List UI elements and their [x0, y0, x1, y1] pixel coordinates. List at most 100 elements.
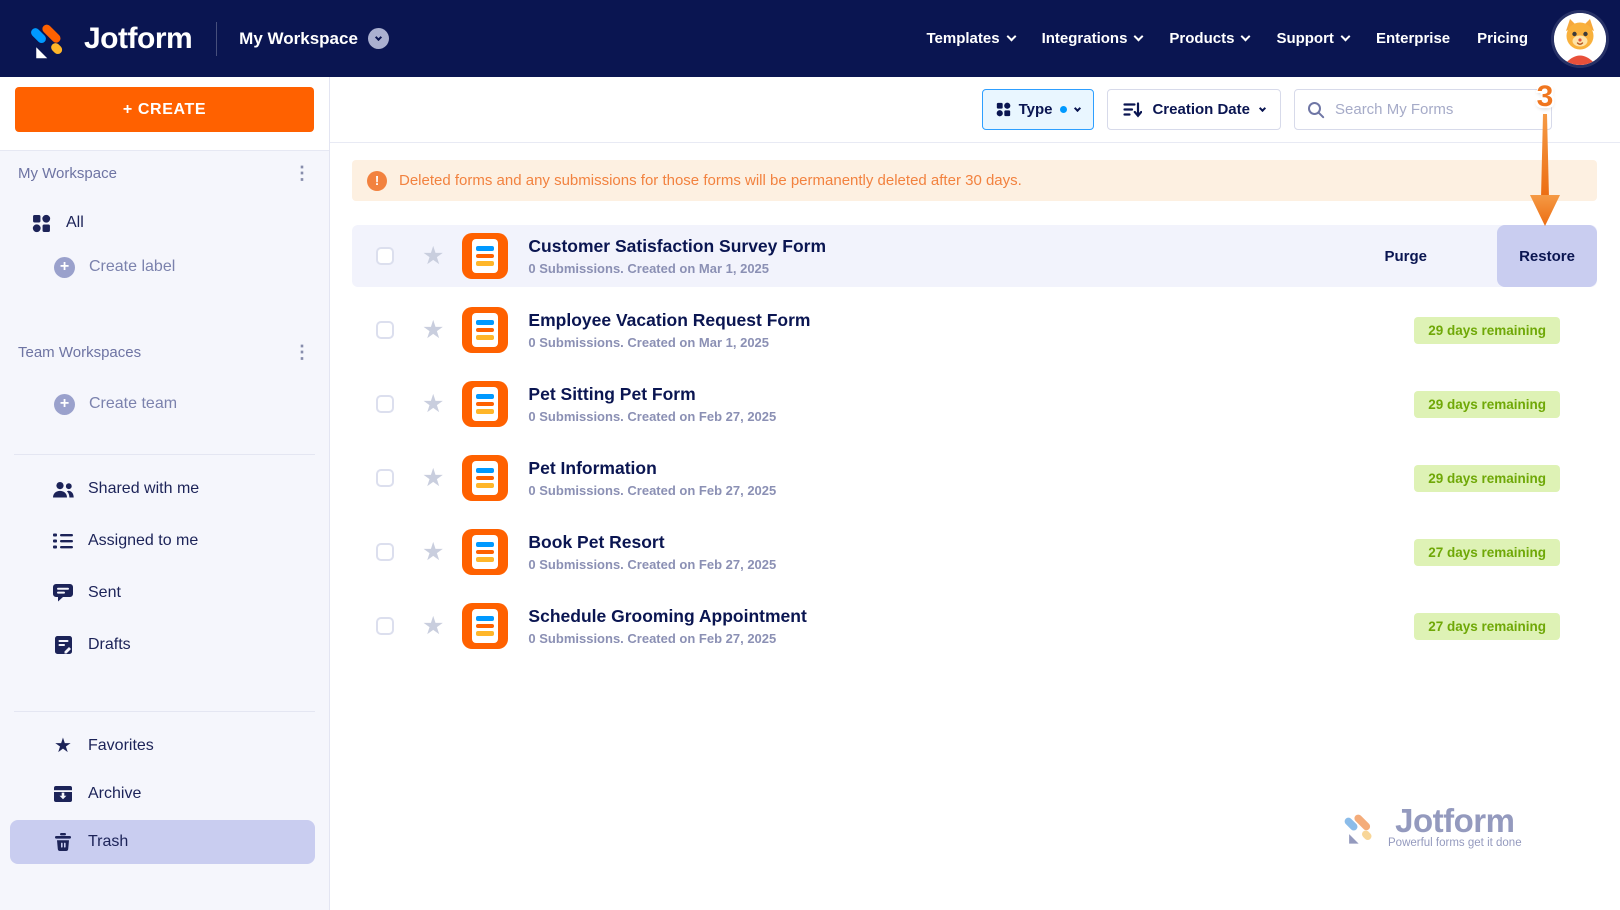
favorite-star-icon[interactable]: ★ [422, 613, 444, 639]
nav-enterprise[interactable]: Enterprise [1376, 30, 1450, 47]
sidebar-item-assigned-to-me[interactable]: Assigned to me [0, 519, 329, 563]
form-info: Pet Sitting Pet Form 0 Submissions. Crea… [528, 384, 776, 424]
form-title[interactable]: Book Pet Resort [528, 532, 776, 553]
row-checkbox[interactable] [376, 543, 394, 561]
sort-button[interactable]: Creation Date [1107, 89, 1281, 130]
sidebar-divider [14, 454, 315, 455]
shared-users-icon [52, 481, 74, 498]
filter-active-dot [1060, 106, 1068, 113]
warning-text: Deleted forms and any submissions for th… [399, 172, 1022, 189]
restore-button[interactable]: Restore [1497, 225, 1597, 287]
chat-bubble-icon [52, 584, 74, 602]
form-meta: 0 Submissions. Created on Mar 1, 2025 [528, 335, 770, 350]
days-remaining-badge: 29 days remaining [1414, 464, 1560, 492]
jotform-watermark: Jotform Powerful forms get it done [1342, 802, 1522, 849]
sidebar: + CREATE My Workspace ⋮ All + Create lab… [0, 77, 330, 910]
table-row[interactable]: ★ Pet Information 0 Submissions. Created… [352, 447, 1597, 509]
form-title[interactable]: Schedule Grooming Appointment [528, 606, 806, 627]
table-row[interactable]: ★ Schedule Grooming Appointment 0 Submis… [352, 595, 1597, 657]
row-checkbox[interactable] [376, 617, 394, 635]
sidebar-item-label: Favorites [88, 737, 154, 754]
nav-support[interactable]: Support [1276, 30, 1351, 47]
chevron-down-icon [367, 28, 389, 49]
table-row[interactable]: ★ Book Pet Resort 0 Submissions. Created… [352, 521, 1597, 583]
sidebar-item-create-label[interactable]: + Create label [0, 245, 329, 289]
top-navbar: Jotform My Workspace Templates Integrati… [0, 0, 1620, 77]
sidebar-item-archive[interactable]: Archive [0, 772, 329, 816]
form-info: Schedule Grooming Appointment 0 Submissi… [528, 606, 806, 646]
favorite-star-icon[interactable]: ★ [422, 317, 444, 343]
sidebar-item-shared-with-me[interactable]: Shared with me [0, 467, 329, 511]
form-title[interactable]: Pet Information [528, 458, 776, 479]
favorite-star-icon[interactable]: ★ [422, 465, 444, 491]
nav-label: Products [1169, 30, 1235, 47]
sidebar-item-create-team[interactable]: + Create team [0, 382, 329, 426]
form-title[interactable]: Pet Sitting Pet Form [528, 384, 776, 405]
user-avatar[interactable] [1554, 12, 1606, 65]
sidebar-item-trash[interactable]: Trash [10, 820, 315, 864]
favorite-star-icon[interactable]: ★ [422, 391, 444, 417]
nav-label: Templates [926, 30, 1000, 47]
kebab-menu-icon[interactable]: ⋮ [293, 164, 311, 182]
table-row[interactable]: ★ Customer Satisfaction Survey Form 0 Su… [352, 225, 1597, 287]
form-icon [462, 233, 509, 279]
archive-box-icon [52, 786, 74, 802]
sidebar-item-drafts[interactable]: Drafts [0, 623, 329, 667]
workspace-name: My Workspace [239, 28, 358, 48]
days-remaining-badge: 29 days remaining [1414, 390, 1560, 418]
search-input[interactable] [1335, 101, 1539, 118]
row-checkbox[interactable] [376, 469, 394, 487]
workspace-switcher[interactable]: My Workspace [239, 28, 389, 49]
chevron-down-icon [1240, 31, 1251, 42]
plus-icon: + [54, 393, 75, 415]
form-list-area: ! Deleted forms and any submissions for … [330, 143, 1620, 910]
table-row[interactable]: ★ Employee Vacation Request Form 0 Submi… [352, 299, 1597, 361]
type-filter-button[interactable]: Type [981, 89, 1095, 130]
draft-document-icon [52, 636, 74, 654]
form-icon [462, 381, 509, 427]
jotform-logo-icon [31, 24, 63, 58]
form-meta: 0 Submissions. Created on Feb 27, 2025 [528, 409, 777, 424]
favorite-star-icon[interactable]: ★ [422, 243, 444, 269]
nav-integrations[interactable]: Integrations [1042, 30, 1144, 47]
form-title[interactable]: Customer Satisfaction Survey Form [528, 236, 826, 257]
days-remaining-badge: 27 days remaining [1414, 612, 1560, 640]
form-title[interactable]: Employee Vacation Request Form [528, 310, 810, 331]
nav-pricing[interactable]: Pricing [1477, 30, 1528, 47]
nav-templates[interactable]: Templates [926, 30, 1017, 47]
form-meta: 0 Submissions. Created on Feb 27, 2025 [528, 631, 777, 646]
trash-icon [52, 833, 74, 851]
sidebar-item-favorites[interactable]: ★ Favorites [0, 724, 329, 768]
form-icon [462, 307, 509, 353]
row-checkbox[interactable] [376, 247, 394, 265]
create-button[interactable]: + CREATE [15, 87, 314, 132]
sidebar-item-label: Assigned to me [88, 532, 199, 549]
sidebar-item-label: Create team [89, 395, 178, 412]
grid-icon [30, 214, 52, 233]
days-remaining-badge: 27 days remaining [1414, 538, 1560, 566]
form-info: Employee Vacation Request Form 0 Submiss… [528, 310, 810, 350]
watermark-brand: Jotform [1395, 802, 1515, 839]
type-filter-label: Type [1018, 101, 1053, 118]
nav-products[interactable]: Products [1169, 30, 1251, 47]
sidebar-item-label: All [66, 214, 84, 231]
row-checkbox[interactable] [376, 321, 394, 339]
sidebar-item-sent[interactable]: Sent [0, 571, 329, 615]
chevron-down-icon [1133, 31, 1144, 42]
star-icon: ★ [54, 735, 72, 757]
watermark-text: Jotform Powerful forms get it done [1388, 802, 1522, 849]
sidebar-item-all[interactable]: All [0, 201, 329, 245]
kebab-menu-icon[interactable]: ⋮ [293, 343, 311, 361]
jotform-logo[interactable]: Jotform [28, 17, 193, 61]
row-checkbox[interactable] [376, 395, 394, 413]
avatar-cat-illustration [1554, 12, 1606, 65]
jotform-watermark-icon [1344, 814, 1372, 844]
sidebar-item-label: Trash [88, 833, 129, 850]
purge-button[interactable]: Purge [1384, 248, 1427, 265]
favorite-star-icon[interactable]: ★ [422, 539, 444, 565]
create-section: + CREATE [0, 77, 329, 151]
trash-warning-banner: ! Deleted forms and any submissions for … [352, 160, 1597, 201]
table-row[interactable]: ★ Pet Sitting Pet Form 0 Submissions. Cr… [352, 373, 1597, 435]
team-workspaces-section-header: Team Workspaces ⋮ [0, 332, 329, 372]
chevron-down-icon [1340, 31, 1351, 42]
